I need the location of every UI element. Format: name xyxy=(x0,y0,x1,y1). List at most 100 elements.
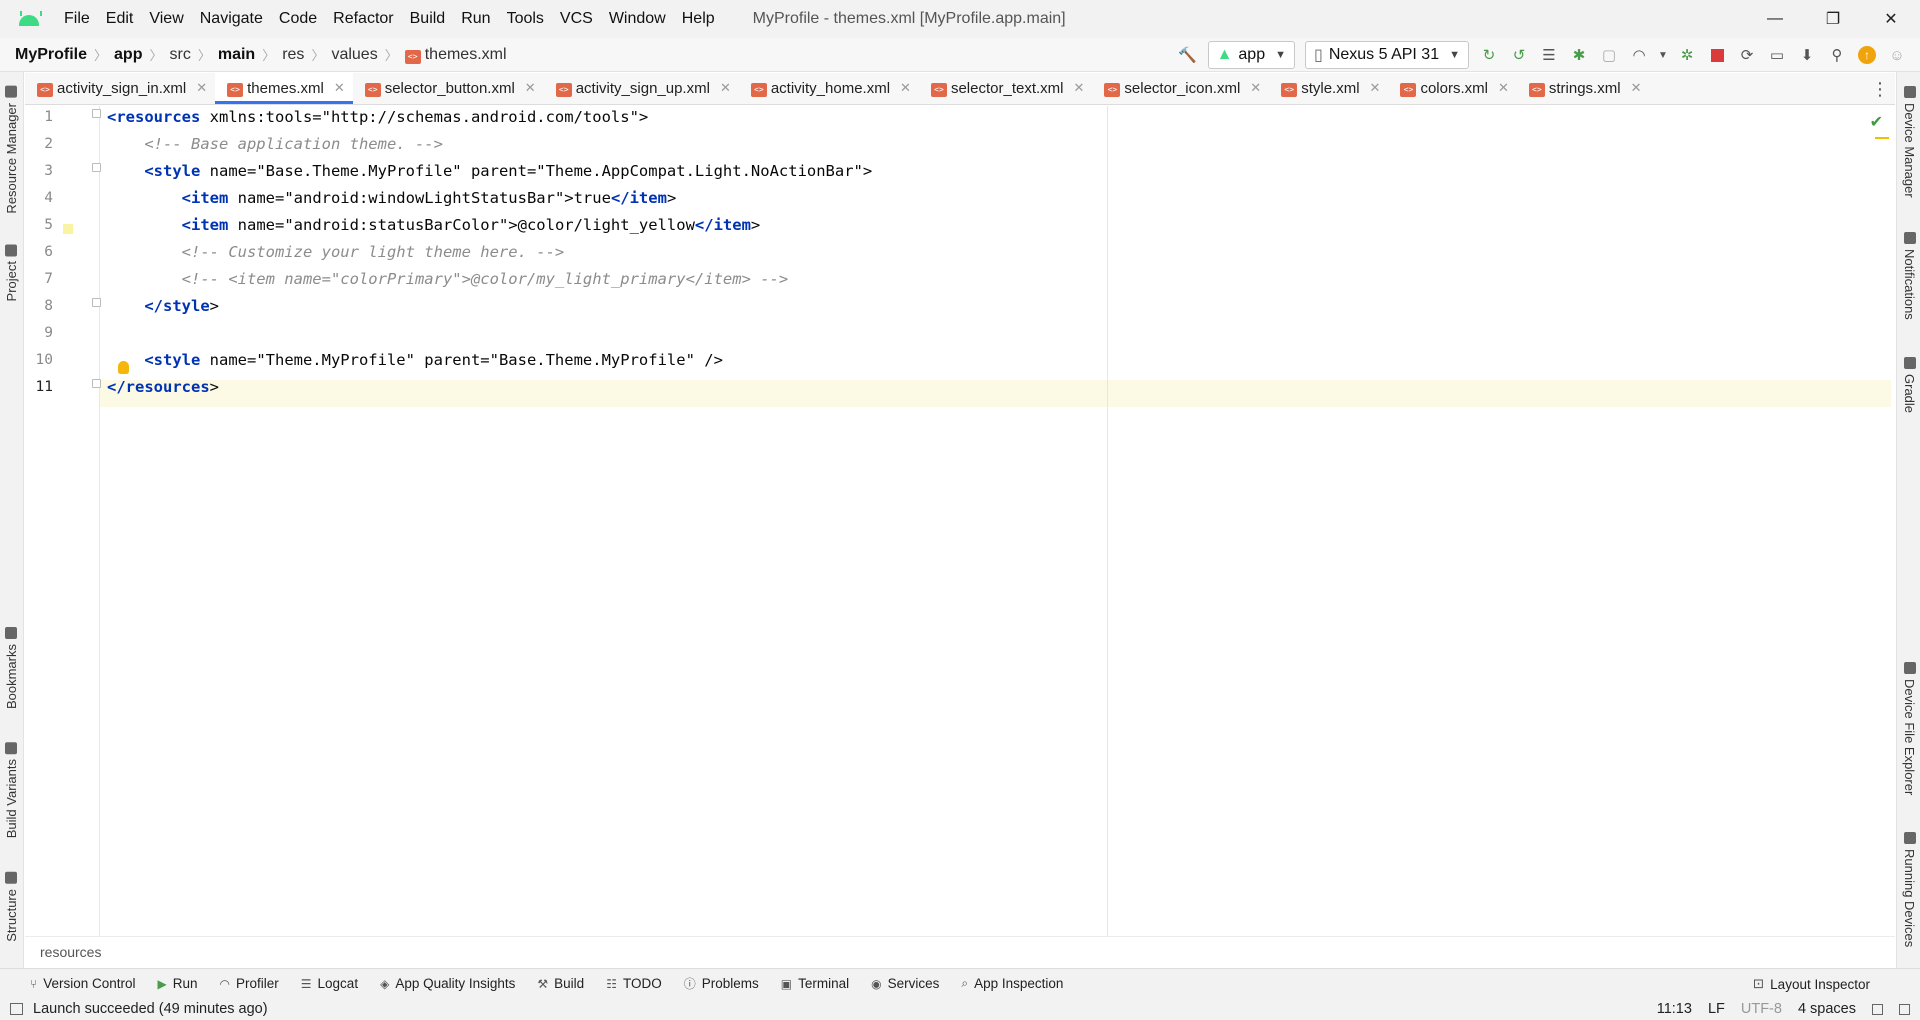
device-selector[interactable]: ▯ Nexus 5 API 31 ▼ xyxy=(1305,41,1469,69)
tool-device-file-explorer[interactable]: Device File Explorer xyxy=(1902,662,1917,795)
close-tab-icon[interactable]: ✕ xyxy=(196,80,207,96)
menu-navigate[interactable]: Navigate xyxy=(192,0,271,38)
tab-activity-home[interactable]: <> activity_home.xml ✕ xyxy=(739,72,919,104)
crumb-module[interactable]: app xyxy=(114,46,142,64)
menu-code[interactable]: Code xyxy=(271,0,325,38)
tool-build-variants[interactable]: Build Variants xyxy=(4,742,19,838)
menu-help[interactable]: Help xyxy=(674,0,723,38)
tool-logcat[interactable]: ☰ Logcat xyxy=(301,976,358,991)
code-editor[interactable]: 1 2 3 4 5 6 7 8 9 10 11 <resources xmlns… xyxy=(25,106,1895,936)
code-line[interactable]: <item name="android:windowLightStatusBar… xyxy=(107,185,677,212)
tab-colors[interactable]: <> colors.xml ✕ xyxy=(1388,72,1516,104)
search-icon[interactable]: ⚲ xyxy=(1824,42,1850,68)
code-line[interactable]: <!-- Customize your light theme here. --… xyxy=(107,239,565,266)
memory-indicator-icon[interactable] xyxy=(1899,1003,1910,1015)
sdk-manager-icon[interactable]: ⬇ xyxy=(1794,42,1820,68)
close-tab-icon[interactable]: ✕ xyxy=(720,80,731,96)
crumb-src[interactable]: src xyxy=(170,46,191,64)
checkmark-icon[interactable]: ✔ xyxy=(1870,112,1883,132)
crumb-values[interactable]: values xyxy=(331,46,377,64)
close-tab-icon[interactable]: ✕ xyxy=(1074,80,1085,96)
attach-debugger-icon[interactable]: ▢ xyxy=(1596,42,1622,68)
update-icon[interactable]: ↑ xyxy=(1854,42,1880,68)
close-tab-icon[interactable]: ✕ xyxy=(1250,80,1261,96)
code-line[interactable]: <!-- Base application theme. --> xyxy=(107,131,443,158)
apply-code-changes-icon[interactable]: ↺ xyxy=(1506,42,1532,68)
close-tab-icon[interactable]: ✕ xyxy=(525,80,536,96)
tool-project[interactable]: Project xyxy=(4,244,19,301)
indent-setting[interactable]: 4 spaces xyxy=(1798,1001,1856,1017)
menu-view[interactable]: View xyxy=(141,0,191,38)
restore-icon[interactable]: ❐ xyxy=(1804,0,1862,38)
tool-build[interactable]: ⚒ Build xyxy=(537,976,584,991)
crumb-file[interactable]: themes.xml xyxy=(425,46,507,64)
minimize-icon[interactable]: — xyxy=(1746,0,1804,38)
tool-bookmarks[interactable]: Bookmarks xyxy=(4,627,19,709)
lock-icon[interactable] xyxy=(1872,1003,1883,1015)
color-swatch-icon[interactable] xyxy=(63,224,73,234)
code-line[interactable]: <item name="android:statusBarColor">@col… xyxy=(107,212,761,239)
line-separator[interactable]: LF xyxy=(1708,1001,1725,1017)
menu-build[interactable]: Build xyxy=(402,0,454,38)
tab-activity-sign-up[interactable]: <> activity_sign_up.xml ✕ xyxy=(544,72,739,104)
sync-icon[interactable]: ⟳ xyxy=(1734,42,1760,68)
caret-position[interactable]: 11:13 xyxy=(1657,1001,1692,1017)
crumb-project[interactable]: MyProfile xyxy=(15,46,87,64)
device-manager-icon[interactable]: ▭ xyxy=(1764,42,1790,68)
tool-app-inspection[interactable]: ⌕ App Inspection xyxy=(961,976,1063,991)
code-line[interactable]: <!-- <item name="colorPrimary">@color/my… xyxy=(107,266,789,293)
tool-version-control[interactable]: ⑂ Version Control xyxy=(30,976,136,991)
menu-window[interactable]: Window xyxy=(601,0,674,38)
tool-profiler[interactable]: ◠ Profiler xyxy=(220,976,279,991)
fold-icon[interactable] xyxy=(92,109,101,118)
close-tab-icon[interactable]: ✕ xyxy=(1631,80,1642,96)
tool-structure[interactable]: Structure xyxy=(4,872,19,942)
fold-icon[interactable] xyxy=(92,298,101,307)
close-icon[interactable]: ✕ xyxy=(1862,0,1920,38)
menu-tools[interactable]: Tools xyxy=(499,0,552,38)
close-tab-icon[interactable]: ✕ xyxy=(334,80,345,96)
tab-activity-sign-in[interactable]: <> activity_sign_in.xml ✕ xyxy=(25,72,215,104)
tool-running-devices[interactable]: Running Devices xyxy=(1902,832,1917,947)
tab-selector-button[interactable]: <> selector_button.xml ✕ xyxy=(353,72,544,104)
menu-edit[interactable]: Edit xyxy=(98,0,142,38)
stop-icon[interactable] xyxy=(1704,42,1730,68)
code-line[interactable]: </style> xyxy=(107,293,219,320)
tool-notifications[interactable]: Notifications xyxy=(1902,232,1917,320)
tool-device-manager[interactable]: Device Manager xyxy=(1902,86,1917,198)
menu-file[interactable]: File xyxy=(56,0,98,38)
status-message[interactable]: Launch succeeded (49 minutes ago) xyxy=(23,1001,268,1017)
tab-themes[interactable]: <> themes.xml ✕ xyxy=(215,72,353,104)
code-line[interactable]: <style name="Base.Theme.MyProfile" paren… xyxy=(107,158,872,185)
editor-breadcrumb-item[interactable]: resources xyxy=(40,944,101,960)
debug-app-icon[interactable]: ✲ xyxy=(1674,42,1700,68)
profile-icon[interactable]: ◠ xyxy=(1626,42,1652,68)
debug-icon[interactable]: ✱ xyxy=(1566,42,1592,68)
code-line[interactable]: <resources xmlns:tools="http://schemas.a… xyxy=(107,104,648,131)
tool-problems[interactable]: ⓘ Problems xyxy=(684,975,759,992)
tool-run[interactable]: ▶ Run xyxy=(158,976,198,991)
close-tab-icon[interactable]: ✕ xyxy=(1370,80,1381,96)
close-tab-icon[interactable]: ✕ xyxy=(900,80,911,96)
tool-terminal[interactable]: ▣ Terminal xyxy=(781,976,849,991)
run-config-selector[interactable]: ▲ app ▼ xyxy=(1207,41,1295,69)
tab-strings[interactable]: <> strings.xml ✕ xyxy=(1517,72,1650,104)
tab-selector-icon[interactable]: <> selector_icon.xml ✕ xyxy=(1092,72,1269,104)
tool-resource-manager[interactable]: Resource Manager xyxy=(4,86,19,214)
tool-services[interactable]: ◉ Services xyxy=(871,976,939,991)
crumb-main[interactable]: main xyxy=(218,46,255,64)
list-icon[interactable]: ☰ xyxy=(1536,42,1562,68)
status-toggle-icon[interactable] xyxy=(10,1003,23,1015)
menu-refactor[interactable]: Refactor xyxy=(325,0,401,38)
tab-selector-text[interactable]: <> selector_text.xml ✕ xyxy=(919,72,1092,104)
chevron-down-icon[interactable]: ▼ xyxy=(1656,42,1670,68)
menu-vcs[interactable]: VCS xyxy=(552,0,601,38)
tool-layout-inspector[interactable]: ⊡ Layout Inspector xyxy=(1753,969,1870,999)
assistant-icon[interactable]: ☺ xyxy=(1884,42,1910,68)
fold-icon[interactable] xyxy=(92,379,101,388)
tool-todo[interactable]: ☷ TODO xyxy=(606,976,662,991)
tab-style[interactable]: <> style.xml ✕ xyxy=(1269,72,1388,104)
tool-app-quality-insights[interactable]: ◈ App Quality Insights xyxy=(380,976,515,991)
apply-changes-icon[interactable]: ↻ xyxy=(1476,42,1502,68)
code-line[interactable]: </resources> xyxy=(107,374,219,401)
